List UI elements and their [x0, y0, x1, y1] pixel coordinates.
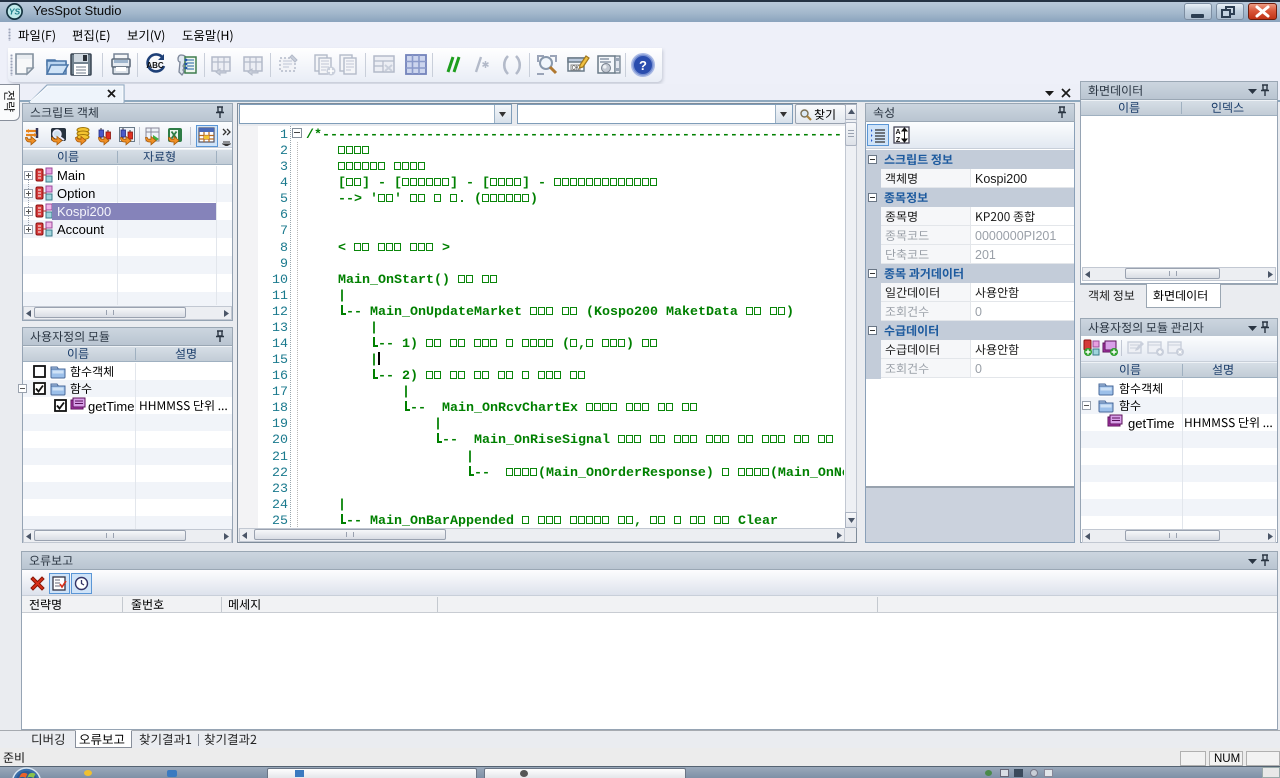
svg-text:OK: OK: [572, 66, 580, 72]
svg-text:Z: Z: [896, 137, 901, 144]
svg-text:A: A: [895, 129, 900, 136]
svg-text:?: ?: [639, 58, 647, 73]
svg-text:YS: YS: [9, 7, 21, 17]
svg-text:ABC: ABC: [146, 61, 164, 70]
